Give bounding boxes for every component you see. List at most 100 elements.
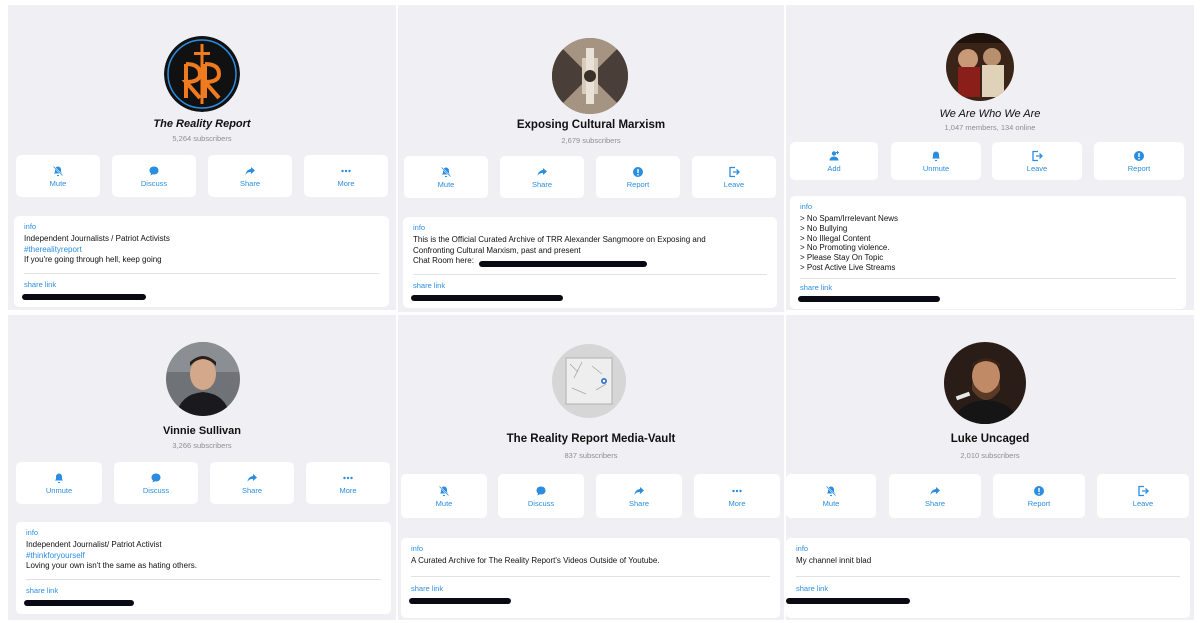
unmute-button[interactable]: Unmute [891,142,981,180]
mute-button[interactable]: Mute [786,474,876,518]
rule-line: > No Promoting violence. [800,243,890,253]
share-link-label[interactable]: share link [26,586,58,595]
share-link-label[interactable]: share link [413,281,445,290]
channel-avatar[interactable] [166,342,240,416]
info-line: Confronting Cultural Marxism, past and p… [413,245,581,255]
bell-icon [932,151,940,161]
add-member-icon [829,150,839,160]
divider [800,278,1176,279]
report-button[interactable]: Report [993,474,1085,518]
member-count: 1,047 members, 134 online [944,123,1036,132]
share-button-label: Share [924,498,945,508]
share-arrow-icon [930,486,940,495]
unmute-button[interactable]: Unmute [16,462,102,504]
channel-avatar[interactable] [944,342,1026,424]
info-card: info Independent Journalist/ Patriot Act… [16,522,391,614]
hashtag-link[interactable]: #therealityreport [24,245,379,256]
mute-button[interactable]: Mute [401,474,487,518]
more-button[interactable]: More [306,462,390,504]
more-button-label: More [337,178,355,188]
group-avatar[interactable] [946,33,1014,101]
channel-title: Luke Uncaged [950,433,1030,445]
hashtag-link[interactable]: #thinkforyourself [26,551,381,562]
share-button[interactable]: Share [208,155,292,197]
info-card: info My channel innit blad share link [786,538,1190,618]
leave-button[interactable]: Leave [992,142,1082,180]
info-label: info [26,528,39,537]
leave-button-label: Leave [1132,498,1154,508]
kaleidoscope-image-icon [552,38,628,114]
info-line: Independent Journalists / Patriot Activi… [24,234,170,243]
redacted-link[interactable] [411,295,563,301]
mute-button[interactable]: Mute [16,155,100,197]
share-arrow-icon [537,167,547,176]
report-button-label: Report [1127,163,1151,173]
info-label: info [24,222,37,231]
bell-off-icon [825,485,837,496]
channel-avatar[interactable] [552,344,626,418]
channel-avatar[interactable] [552,38,628,114]
info-card: info Independent Journalists / Patriot A… [14,216,389,307]
discuss-button[interactable]: Discuss [112,155,196,197]
leave-button[interactable]: Leave [1097,474,1189,518]
subscriber-count: 2,010 subscribers [960,451,1020,460]
leave-door-icon [1138,485,1149,496]
group-title: We Are Who We Are [939,108,1041,120]
share-arrow-icon [634,486,644,495]
discuss-button[interactable]: Discuss [114,462,198,504]
share-button-label: Share [628,498,649,508]
share-button[interactable]: Share [210,462,294,504]
bell-off-icon [440,166,452,177]
leave-button[interactable]: Leave [692,156,776,198]
divider [413,274,767,275]
share-button-label: Share [239,178,260,188]
report-button[interactable]: Report [1094,142,1184,180]
channel-panel-media-vault: The Reality Report Media-Vault 837 subsc… [398,315,784,620]
info-line: A Curated Archive for The Reality Report… [411,556,660,565]
trr-logo-icon [164,36,240,112]
info-line: Loving your own isn't the same as hating… [26,561,197,570]
bell-off-icon [52,165,64,176]
share-link-label[interactable]: share link [800,283,832,292]
channel-title: The Reality Report [153,118,251,130]
share-button[interactable]: Share [596,474,682,518]
mute-button[interactable]: Mute [404,156,488,198]
leave-button-label: Leave [1026,163,1048,173]
add-button[interactable]: Add [790,142,878,180]
info-line: My channel innit blad [796,556,872,565]
share-link-label[interactable]: share link [411,584,443,593]
profile-photo-icon [944,342,1026,424]
redacted-link[interactable] [479,261,647,267]
discuss-button[interactable]: Discuss [498,474,584,518]
rule-line: > Post Active Live Streams [800,262,896,272]
share-link-label[interactable]: share link [796,584,828,593]
more-button[interactable]: More [694,474,780,518]
mute-button-label: Mute [435,498,453,508]
share-button[interactable]: Share [500,156,584,198]
redacted-link[interactable] [24,600,134,606]
channel-panel-luke-uncaged: Luke Uncaged 2,010 subscribers Mute Shar… [786,315,1194,620]
channel-avatar[interactable] [164,36,240,112]
report-button[interactable]: Report [596,156,680,198]
share-link-label[interactable]: share link [24,280,56,289]
share-button-label: Share [531,179,552,189]
more-button[interactable]: More [304,155,388,197]
discuss-button-label: Discuss [527,498,555,508]
redacted-link[interactable] [409,598,511,604]
redacted-link[interactable] [22,294,146,300]
report-button-label: Report [626,179,650,189]
redacted-link[interactable] [786,598,910,604]
more-button-label: More [728,498,746,508]
channel-title: Exposing Cultural Marxism [516,119,666,131]
subscriber-count: 5,264 subscribers [172,134,232,143]
exclamation-circle-icon [1034,485,1044,496]
share-button[interactable]: Share [889,474,981,518]
ellipsis-icon [732,489,742,492]
discuss-button-label: Discuss [142,485,170,495]
info-card: info This is the Official Curated Archiv… [403,217,777,308]
info-label: info [796,544,809,553]
divider [26,579,381,580]
channel-title: Vinnie Sullivan [162,425,242,437]
redacted-link[interactable] [798,296,940,302]
divider [796,576,1180,577]
